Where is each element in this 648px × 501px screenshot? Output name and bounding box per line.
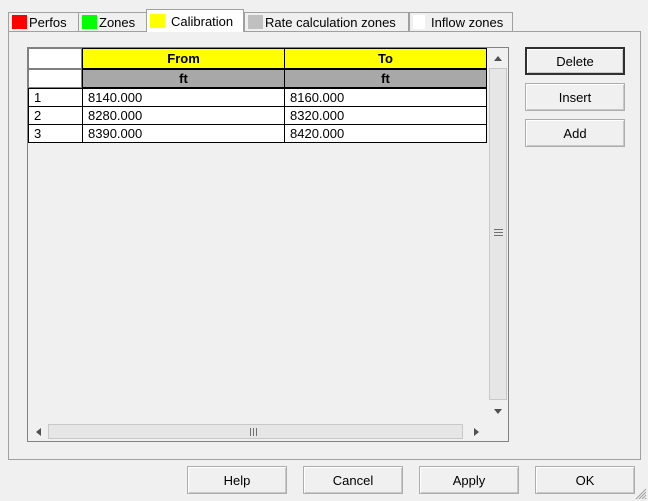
add-button[interactable]: Add	[525, 119, 625, 147]
rate-zones-color-swatch	[248, 15, 263, 29]
horizontal-scroll-thumb[interactable]	[48, 424, 463, 439]
horizontal-scrollbar[interactable]	[28, 422, 488, 441]
cell-to[interactable]: 8160.000	[284, 88, 487, 107]
tab-calibration[interactable]: Calibration	[146, 9, 244, 32]
right-arrow-icon[interactable]	[467, 423, 485, 441]
cancel-button[interactable]: Cancel	[303, 466, 403, 494]
unit-cell-from[interactable]: ft	[82, 69, 285, 88]
row-header[interactable]: 1	[28, 88, 83, 107]
unit-cell-to[interactable]: ft	[284, 69, 487, 88]
zones-color-swatch	[82, 15, 97, 29]
tab-perfos[interactable]: Perfos	[8, 12, 80, 31]
cell-from[interactable]: 8280.000	[82, 106, 285, 125]
calibration-tab-page: From To ft ft 1 8140.000 8160.000 2 8280…	[8, 31, 641, 460]
ok-button[interactable]: OK	[535, 466, 635, 494]
grip-icon	[494, 229, 503, 236]
down-arrow-icon[interactable]	[489, 402, 507, 420]
resize-grip-icon[interactable]	[635, 488, 647, 500]
inflow-zones-color-swatch	[413, 15, 425, 29]
tab-label: Zones	[99, 14, 136, 30]
tab-label: Calibration	[171, 13, 234, 29]
column-header-from[interactable]: From	[82, 48, 285, 69]
left-arrow-icon[interactable]	[29, 423, 47, 441]
tab-label: Perfos	[29, 14, 67, 30]
column-header-to[interactable]: To	[284, 48, 487, 69]
vertical-scroll-thumb[interactable]	[489, 68, 507, 400]
insert-button[interactable]: Insert	[525, 83, 625, 111]
grid-cells-area: From To ft ft 1 8140.000 8160.000 2 8280…	[28, 48, 488, 422]
cell-from[interactable]: 8390.000	[82, 124, 285, 143]
cell-from[interactable]: 8140.000	[82, 88, 285, 107]
row-header[interactable]: 3	[28, 124, 83, 143]
help-button[interactable]: Help	[187, 466, 287, 494]
grip-icon	[250, 428, 257, 436]
apply-button[interactable]: Apply	[419, 466, 519, 494]
unit-row-header	[28, 69, 82, 88]
tab-label: Inflow zones	[431, 14, 504, 30]
tab-inflow-zones[interactable]: Inflow zones	[409, 12, 513, 31]
tab-rate-calculation-zones[interactable]: Rate calculation zones	[244, 12, 409, 31]
cell-to[interactable]: 8420.000	[284, 124, 487, 143]
vertical-scrollbar[interactable]	[488, 48, 508, 422]
cell-to[interactable]: 8320.000	[284, 106, 487, 125]
tab-label: Rate calculation zones	[265, 14, 396, 30]
tab-zones[interactable]: Zones	[78, 12, 147, 31]
scrollbar-corner	[488, 422, 508, 441]
up-arrow-icon[interactable]	[489, 49, 507, 67]
delete-button[interactable]: Delete	[525, 47, 625, 75]
grid-corner-cell[interactable]	[28, 48, 82, 69]
perfos-color-swatch	[12, 15, 27, 29]
row-header[interactable]: 2	[28, 106, 83, 125]
calibration-grid: From To ft ft 1 8140.000 8160.000 2 8280…	[27, 47, 509, 442]
calibration-color-swatch	[150, 14, 165, 28]
